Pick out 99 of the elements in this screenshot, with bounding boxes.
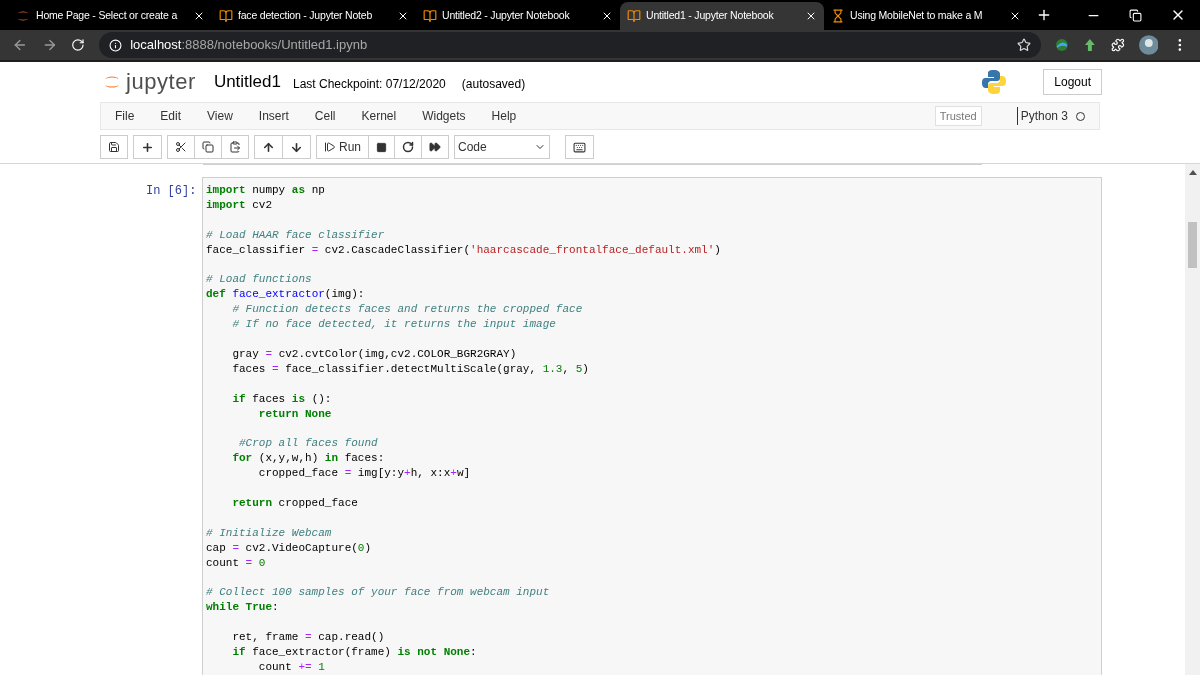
scrollbar[interactable] bbox=[1185, 164, 1200, 675]
notebook-name[interactable]: Untitled1 bbox=[213, 69, 281, 95]
code-line: if face_extractor(frame) is not None: bbox=[231, 644, 477, 660]
close-icon[interactable] bbox=[397, 10, 409, 22]
kernel-name[interactable]: Python 3 bbox=[1020, 107, 1068, 125]
menu-item[interactable]: Help bbox=[491, 107, 517, 125]
browser-tab[interactable]: face detection - Jupyter Noteb bbox=[212, 2, 416, 30]
code-line: cropped_face = img[y:y+h, x:x+w] bbox=[257, 466, 471, 482]
stop-button[interactable] bbox=[369, 135, 395, 159]
new-tab-icon[interactable] bbox=[1036, 7, 1052, 23]
browser-tab[interactable]: Untitled1 - Jupyter Notebook bbox=[620, 2, 824, 30]
code-line: def face_extractor(img): bbox=[206, 287, 365, 303]
menu-item[interactable]: Insert bbox=[258, 107, 289, 125]
python-logo-icon bbox=[981, 69, 1008, 95]
extensions-icon[interactable] bbox=[1110, 38, 1125, 52]
hourglass-icon bbox=[831, 9, 845, 23]
code-line: while True: bbox=[206, 600, 279, 616]
code-line: # If no face detected, it returns the input image bbox=[231, 317, 556, 333]
close-icon[interactable] bbox=[193, 10, 205, 22]
menu-item[interactable]: Cell bbox=[314, 107, 336, 125]
code-line: if faces is (): bbox=[231, 391, 332, 407]
plus-icon bbox=[141, 140, 154, 154]
code-line: #Crop all faces found bbox=[238, 436, 378, 452]
browser-tab[interactable]: Using MobileNet to make a M bbox=[824, 2, 1028, 30]
paste-icon bbox=[229, 141, 241, 153]
tab-title: Using MobileNet to make a M bbox=[850, 8, 984, 24]
code-line: gray = cv2.cvtColor(img,cv2.COLOR_BGR2GRAY) bbox=[231, 346, 517, 362]
close-icon[interactable] bbox=[805, 10, 817, 22]
cell-type-select[interactable]: Code bbox=[454, 135, 550, 159]
menu-item[interactable]: Kernel bbox=[361, 107, 397, 125]
restart-button[interactable] bbox=[395, 135, 422, 159]
code-line: # Function detects faces and returns the cropped face bbox=[231, 302, 583, 318]
book-icon bbox=[219, 9, 233, 23]
restore-icon[interactable] bbox=[1129, 8, 1142, 22]
copy-icon bbox=[202, 141, 214, 153]
keyboard-icon bbox=[573, 140, 586, 154]
code-line: import cv2 bbox=[206, 197, 272, 213]
save-button[interactable] bbox=[100, 135, 128, 159]
tab-title: Home Page - Select or create a bbox=[36, 8, 179, 24]
code-line: count = 0 bbox=[206, 555, 266, 571]
run-all-button[interactable] bbox=[422, 135, 449, 159]
close-icon[interactable] bbox=[1009, 10, 1021, 22]
tab-title: Untitled1 - Jupyter Notebook bbox=[646, 8, 775, 24]
run-icon bbox=[324, 141, 336, 153]
code-line: faces = face_classifier.detectMultiScale(gray, 1.3, 5) bbox=[231, 361, 589, 377]
checkpoint-text: Last Checkpoint: 07/12/2020 bbox=[293, 75, 446, 93]
cut-button[interactable] bbox=[167, 135, 195, 159]
menu-item[interactable]: File bbox=[115, 107, 135, 125]
scroll-thumb[interactable] bbox=[1188, 222, 1197, 268]
address-field[interactable]: localhost:8888/notebooks/Untitled1.ipynb bbox=[99, 32, 1042, 58]
tab-title: Untitled2 - Jupyter Notebook bbox=[442, 8, 571, 24]
code-line: face_classifier = cv2.CascadeClassifier('haarcascade_frontalface_default.xml') bbox=[206, 242, 721, 258]
code-line: return None bbox=[257, 406, 332, 422]
close-icon[interactable] bbox=[601, 10, 613, 22]
tab-title: face detection - Jupyter Noteb bbox=[238, 8, 374, 24]
code-line: # Load functions bbox=[206, 272, 312, 288]
code-line: ret, frame = cap.read() bbox=[231, 630, 385, 645]
autosave-status: (autosaved) bbox=[461, 75, 526, 93]
stop-icon bbox=[376, 141, 387, 153]
code-line: for (x,y,w,h) in faces: bbox=[231, 451, 385, 467]
fast-forward-icon bbox=[429, 141, 441, 153]
menu-item[interactable]: Widgets bbox=[422, 107, 466, 125]
logout-button[interactable]: Logout bbox=[1043, 69, 1102, 95]
scroll-up-icon[interactable] bbox=[1188, 169, 1197, 175]
avatar[interactable] bbox=[1138, 35, 1159, 55]
reload-icon[interactable] bbox=[71, 38, 86, 52]
extension-icon[interactable] bbox=[1055, 38, 1070, 52]
back-icon[interactable] bbox=[12, 37, 28, 53]
run-button[interactable]: Run bbox=[316, 135, 369, 159]
info-icon bbox=[109, 38, 123, 52]
arrow-up-icon bbox=[262, 140, 275, 154]
paste-button[interactable] bbox=[222, 135, 249, 159]
add-cell-button[interactable] bbox=[133, 135, 162, 159]
keyboard-shortcuts-button[interactable] bbox=[565, 135, 594, 159]
move-up-button[interactable] bbox=[254, 135, 283, 159]
jupyter-wordmark[interactable]: jupyter bbox=[126, 71, 196, 93]
arrow-down-icon bbox=[290, 140, 303, 154]
book-icon bbox=[423, 9, 437, 23]
move-down-button[interactable] bbox=[283, 135, 311, 159]
cell-prompt: In [6]: bbox=[146, 183, 198, 200]
code-line: count += 1 bbox=[257, 659, 325, 675]
scissors-icon bbox=[175, 141, 187, 153]
save-icon bbox=[108, 141, 120, 153]
code-line: # Initialize Webcam bbox=[206, 525, 332, 541]
code-line: return cropped_face bbox=[231, 495, 358, 511]
code-line: # Load HAAR face classifier bbox=[206, 227, 385, 243]
code-cell[interactable] bbox=[202, 177, 1102, 675]
menu-item[interactable]: View bbox=[207, 107, 233, 125]
browser-tab[interactable]: Untitled2 - Jupyter Notebook bbox=[416, 2, 620, 30]
book-icon bbox=[627, 9, 641, 23]
url-text: localhost:8888/notebooks/Untitled1.ipynb bbox=[130, 36, 368, 55]
restart-icon bbox=[402, 141, 414, 153]
browser-tab[interactable]: Home Page - Select or create a bbox=[8, 2, 212, 30]
code-line: import numpy as np bbox=[206, 183, 325, 198]
menu-item[interactable]: Edit bbox=[160, 107, 182, 125]
bookmark-star-icon[interactable] bbox=[1017, 38, 1032, 52]
trusted-badge[interactable]: Trusted bbox=[934, 105, 982, 127]
code-line: cap = cv2.VideoCapture(0) bbox=[206, 540, 372, 556]
code-line: # Collect 100 samples of your face from webcam input bbox=[206, 585, 550, 601]
